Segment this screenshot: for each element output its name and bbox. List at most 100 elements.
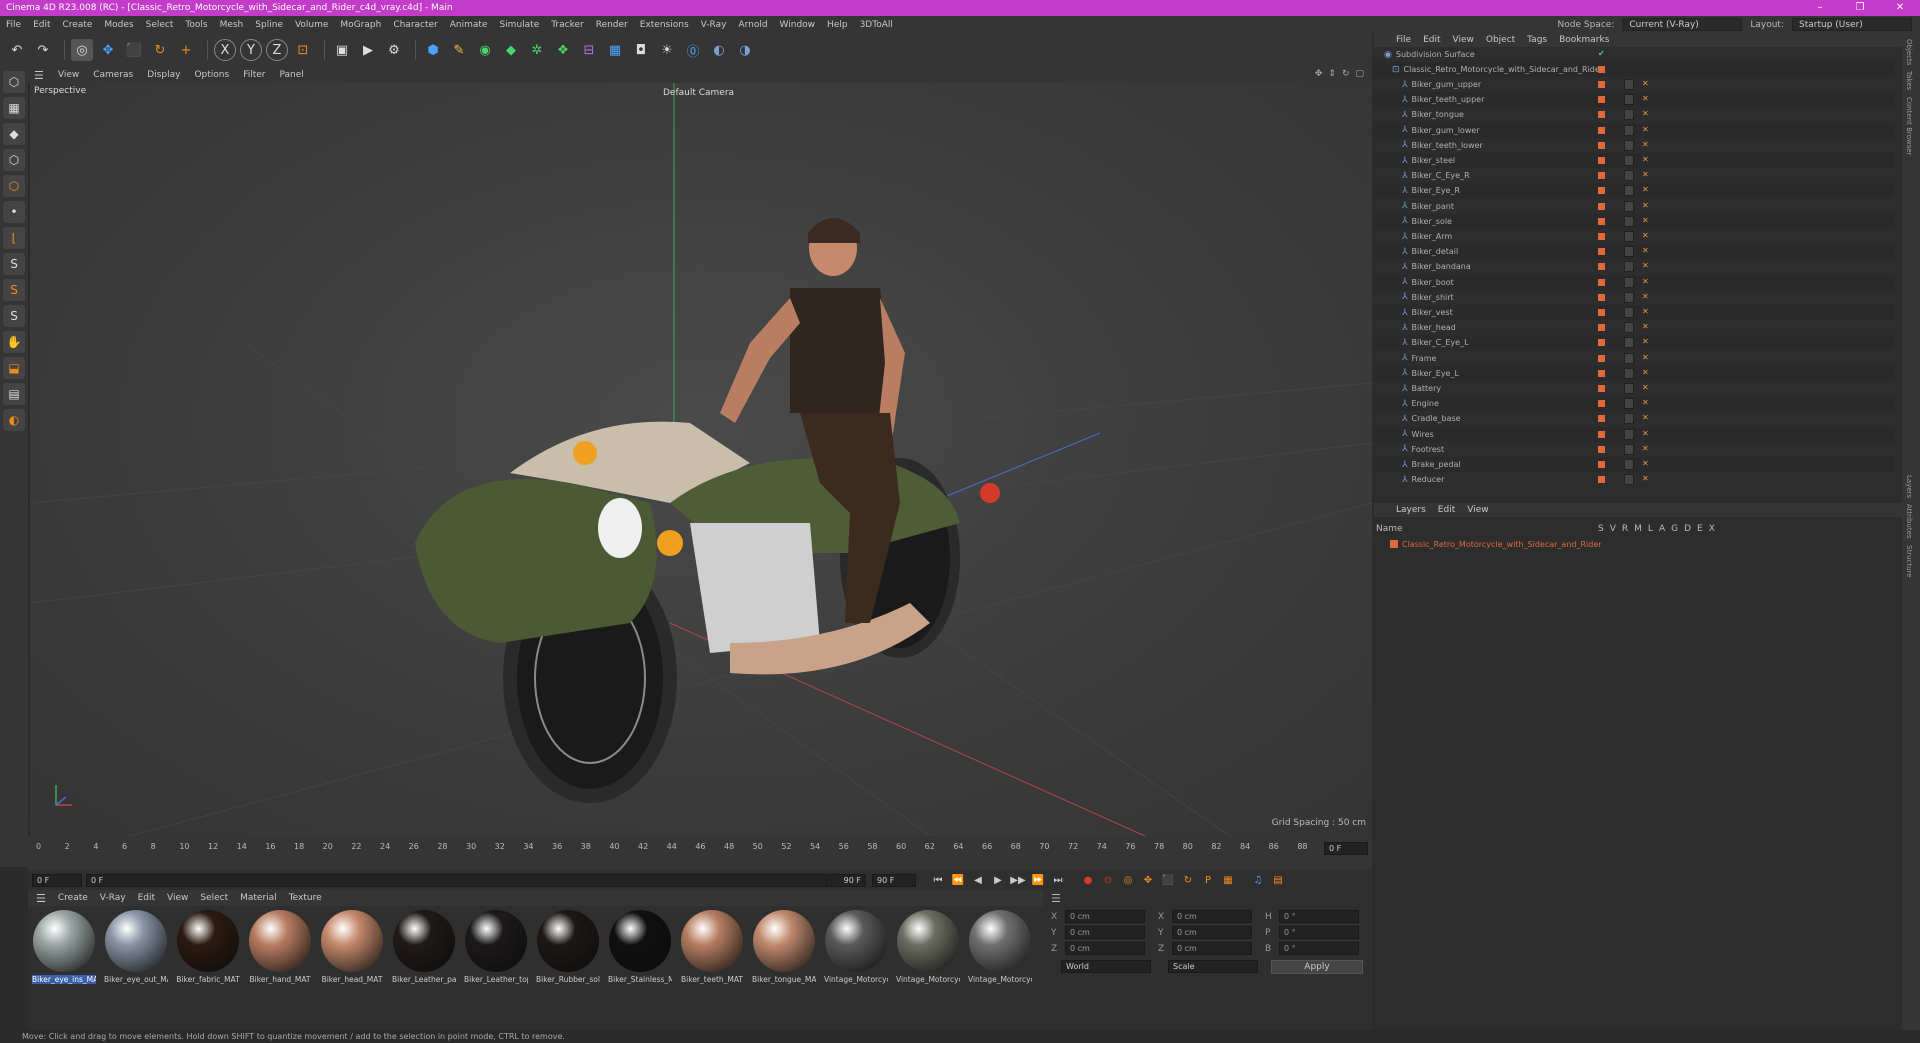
menu-volume[interactable]: Volume bbox=[295, 20, 328, 30]
menu-tools[interactable]: Tools bbox=[185, 20, 207, 30]
select-tool-icon[interactable]: ◎ bbox=[71, 39, 93, 61]
previous-frame-icon[interactable]: ◀ bbox=[970, 872, 986, 888]
move-tool-icon[interactable]: ✥ bbox=[97, 39, 119, 61]
texture-tag-icon[interactable] bbox=[1624, 443, 1634, 455]
rotation-p-field[interactable]: 0 ° bbox=[1279, 926, 1359, 939]
texture-tag-icon[interactable] bbox=[1624, 200, 1634, 212]
menu-modes[interactable]: Modes bbox=[104, 20, 133, 30]
render-settings-icon[interactable]: ⚙ bbox=[383, 39, 405, 61]
object-row[interactable]: ⅄ Brake_pedal ✕ bbox=[1374, 457, 1894, 472]
vp-menu-display[interactable]: Display bbox=[147, 70, 180, 80]
object-row[interactable]: ⅄ Biker_gum_upper ✕ bbox=[1374, 77, 1894, 92]
subdivision-icon[interactable]: ◉ bbox=[474, 39, 496, 61]
layer-color-tag[interactable] bbox=[1598, 141, 1605, 149]
texture-tag-icon[interactable] bbox=[1624, 383, 1634, 394]
hamburger-icon[interactable]: ☰ bbox=[34, 69, 44, 82]
layer-color-tag[interactable] bbox=[1598, 248, 1605, 256]
material-item[interactable]: Biker_tongue_MAT bbox=[752, 910, 816, 984]
layer-color-tag[interactable] bbox=[1598, 263, 1605, 271]
maximize-view-icon[interactable]: ▢ bbox=[1355, 69, 1364, 79]
object-row[interactable]: ⅄ Biker_sole ✕ bbox=[1374, 213, 1894, 229]
scale-tool-icon[interactable]: ⬛ bbox=[123, 39, 145, 61]
object-row[interactable]: ⅄ Biker_tongue ✕ bbox=[1374, 107, 1894, 122]
object-row[interactable]: ⅄ Wires ✕ bbox=[1374, 426, 1894, 442]
material-item[interactable]: Biker_hand_MAT bbox=[248, 910, 312, 984]
obj-menu-file[interactable]: File bbox=[1396, 35, 1411, 45]
frame-ruler[interactable]: 0 2 4 6 8 10 12 14 16 18 20 22 24 26 28 30 32 34 36 38 40 42 4… bbox=[36, 842, 1366, 854]
texture-tag-icon[interactable] bbox=[1624, 276, 1634, 288]
floor-icon[interactable]: ▦ bbox=[604, 39, 626, 61]
polygons-mode-icon[interactable]: ⬡ bbox=[3, 175, 25, 197]
timeline-ruler[interactable]: 0 2 4 6 8 10 12 14 16 18 20 22 24 26 28 30 32 34 36 38 40 42 4… bbox=[28, 836, 1372, 870]
layer-flag-s[interactable]: S bbox=[1598, 524, 1604, 534]
material-item[interactable]: Biker_fabric_MAT bbox=[176, 910, 240, 984]
object-row[interactable]: ⅄ Biker_teeth_upper ✕ bbox=[1374, 92, 1894, 108]
object-row[interactable]: ⅄ Cradle_base ✕ bbox=[1374, 411, 1894, 426]
menu-mesh[interactable]: Mesh bbox=[220, 20, 244, 30]
end-frame-field[interactable]: 90 F bbox=[872, 873, 916, 887]
material-tag-icon[interactable]: ✕ bbox=[1642, 185, 1649, 194]
object-row[interactable]: ⅄ Biker_bandana ✕ bbox=[1374, 259, 1894, 274]
texture-tag-icon[interactable] bbox=[1624, 109, 1634, 121]
texture-tag-icon[interactable] bbox=[1624, 139, 1634, 151]
texture-tag-icon[interactable] bbox=[1624, 322, 1634, 334]
texture-tag-icon[interactable] bbox=[1624, 428, 1634, 440]
position-z-field[interactable]: 0 cm bbox=[1065, 942, 1145, 955]
texture-tag-icon[interactable] bbox=[1624, 459, 1634, 470]
material-tag-icon[interactable]: ✕ bbox=[1642, 125, 1649, 134]
object-row[interactable]: ⅄ Frame ✕ bbox=[1374, 351, 1894, 366]
texture-tag-icon[interactable] bbox=[1624, 398, 1634, 410]
layout-dropdown[interactable]: Startup (User) bbox=[1792, 18, 1912, 31]
object-row[interactable]: ⅄ Biker_vest ✕ bbox=[1374, 305, 1894, 320]
hamburger-icon[interactable]: ☰ bbox=[36, 892, 46, 905]
texture-tag-icon[interactable] bbox=[1624, 94, 1634, 106]
layer-color-tag[interactable] bbox=[1598, 369, 1605, 377]
mat-menu-view[interactable]: View bbox=[167, 893, 188, 903]
key-rotation-icon[interactable]: ↻ bbox=[1180, 872, 1196, 888]
layer-color-tag[interactable] bbox=[1598, 445, 1605, 453]
layer-flag-x[interactable]: X bbox=[1709, 524, 1715, 534]
menu-tracker[interactable]: Tracker bbox=[551, 20, 583, 30]
object-row[interactable]: ⅄ Reducer ✕ bbox=[1374, 472, 1894, 487]
go-to-start-icon[interactable]: ⏮ bbox=[930, 872, 946, 888]
side-tab-structure[interactable]: Structure bbox=[1905, 545, 1913, 578]
world-coord-icon[interactable]: ⊡ bbox=[292, 39, 314, 61]
lock-icon[interactable]: ◐ bbox=[3, 409, 25, 431]
menu-help[interactable]: Help bbox=[827, 20, 848, 30]
maximize-button[interactable]: ❐ bbox=[1840, 0, 1880, 16]
minimize-button[interactable]: – bbox=[1800, 0, 1840, 16]
object-row[interactable]: ⅄ Biker_C_Eye_L ✕ bbox=[1374, 335, 1894, 351]
object-row-root[interactable]: ◉ Subdivision Surface ✔ bbox=[1374, 47, 1894, 62]
object-row[interactable]: ⅄ Biker_C_Eye_R ✕ bbox=[1374, 168, 1894, 183]
material-tag-icon[interactable]: ✕ bbox=[1642, 322, 1649, 331]
menu-extensions[interactable]: Extensions bbox=[640, 20, 689, 30]
material-item[interactable]: Biker_Stainless_Mi bbox=[608, 910, 672, 984]
material-tag-icon[interactable]: ✕ bbox=[1642, 474, 1649, 483]
snap-settings-icon[interactable]: S bbox=[3, 279, 25, 301]
texture-tag-icon[interactable] bbox=[1624, 367, 1634, 379]
layer-menu-view[interactable]: View bbox=[1467, 505, 1488, 515]
axis-y-icon[interactable]: Y bbox=[240, 39, 262, 61]
texture-tag-icon[interactable] bbox=[1624, 170, 1634, 182]
layer-menu-edit[interactable]: Edit bbox=[1438, 505, 1455, 515]
layer-color-tag[interactable] bbox=[1598, 354, 1605, 362]
play-icon[interactable]: ▶ bbox=[990, 872, 1006, 888]
camera-label[interactable]: Default Camera bbox=[663, 88, 734, 98]
3d-viewport[interactable]: Perspective Default Camera Grid Spacing … bbox=[30, 83, 1372, 836]
object-row[interactable]: ⅄ Biker_teeth_lower ✕ bbox=[1374, 138, 1894, 153]
mat-menu-select[interactable]: Select bbox=[200, 893, 228, 903]
material-tag-icon[interactable]: ✕ bbox=[1642, 368, 1649, 377]
menu-vray[interactable]: V-Ray bbox=[701, 20, 727, 30]
layer-color-tag[interactable] bbox=[1598, 172, 1605, 180]
next-key-icon[interactable]: ⏩ bbox=[1030, 872, 1046, 888]
vp-menu-options[interactable]: Options bbox=[194, 70, 229, 80]
texture-tag-icon[interactable] bbox=[1624, 413, 1634, 425]
object-row[interactable]: ⅄ Biker_head ✕ bbox=[1374, 320, 1894, 335]
material-tag-icon[interactable]: ✕ bbox=[1642, 353, 1649, 362]
object-row[interactable]: ⅄ Engine ✕ bbox=[1374, 396, 1894, 412]
layer-color-tag[interactable] bbox=[1598, 233, 1605, 240]
layer-flag-l[interactable]: L bbox=[1648, 524, 1653, 534]
node-space-dropdown[interactable]: Current (V-Ray) bbox=[1622, 18, 1743, 31]
redo-icon[interactable]: ↷ bbox=[32, 39, 54, 61]
layer-color-tag[interactable] bbox=[1598, 324, 1605, 332]
